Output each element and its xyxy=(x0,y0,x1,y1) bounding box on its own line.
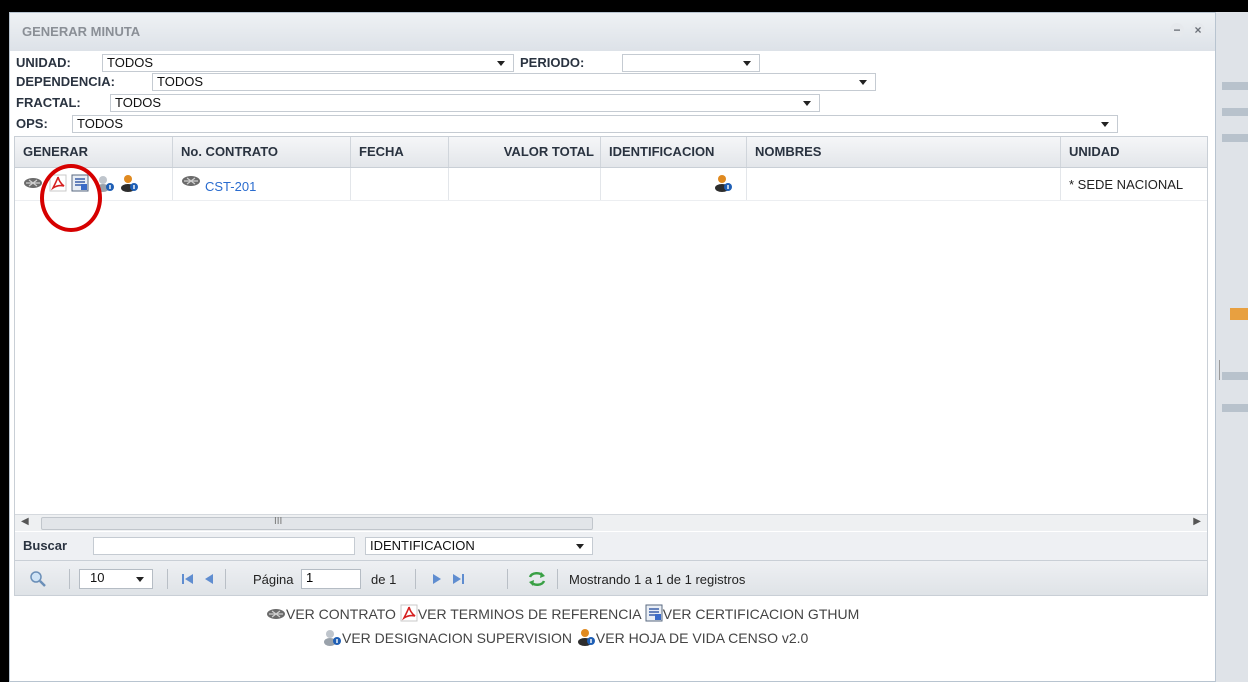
contrato-cell: CST-201 xyxy=(173,168,351,200)
refresh-icon[interactable] xyxy=(527,570,547,588)
page-total-label: de 1 xyxy=(371,572,397,587)
fractal-value: TODOS xyxy=(115,95,161,110)
scroll-right-icon[interactable]: ▶ xyxy=(1193,516,1201,527)
highlight-circle xyxy=(40,164,102,232)
window-title: GENERAR MINUTA xyxy=(22,24,141,39)
column-header-valor-total[interactable]: VALOR TOTAL xyxy=(449,137,601,167)
scrollbar-thumb[interactable]: III xyxy=(41,516,593,530)
unidad-value: * SEDE NACIONAL xyxy=(1069,177,1184,192)
periodo-select[interactable] xyxy=(622,54,760,72)
fractal-select[interactable]: TODOS xyxy=(110,94,820,112)
column-header-nombres[interactable]: NOMBRES xyxy=(747,137,1061,167)
page-number-input[interactable]: 1 xyxy=(301,569,361,589)
previous-page-icon[interactable] xyxy=(203,573,215,585)
unidad-value: TODOS xyxy=(107,55,153,70)
handshake-icon[interactable] xyxy=(23,176,43,190)
search-input[interactable] xyxy=(93,537,355,555)
fractal-label: FRACTAL: xyxy=(16,95,81,110)
ops-label: OPS: xyxy=(16,116,48,131)
legend-ver-hoja-vida: VER HOJA DE VIDA CENSO v2.0 xyxy=(595,630,809,646)
window-titlebar[interactable]: GENERAR MINUTA − × xyxy=(10,13,1215,51)
first-page-icon[interactable] xyxy=(181,573,195,585)
column-header-unidad[interactable]: UNIDAD xyxy=(1061,137,1207,167)
hoja-de-vida-icon xyxy=(577,629,595,646)
pager-status: Mostrando 1 a 1 de 1 registros xyxy=(569,572,746,587)
minimize-button[interactable]: − xyxy=(1170,23,1184,37)
scrollbar-grip: III xyxy=(274,516,283,527)
close-button[interactable]: × xyxy=(1191,23,1205,37)
dependencia-label: DEPENDENCIA: xyxy=(16,74,115,89)
chevron-down-icon xyxy=(576,544,584,549)
hoja-de-vida-icon[interactable] xyxy=(713,174,733,192)
unidad-cell: * SEDE NACIONAL xyxy=(1061,168,1207,200)
fecha-cell xyxy=(351,168,449,200)
legend-ver-contrato: VER CONTRATO xyxy=(286,606,396,622)
table-row[interactable]: CST-201 * SEDE NACIONAL xyxy=(15,168,1207,201)
legend-line-1: VER CONTRATO VER TERMINOS DE REFERENCIA … xyxy=(266,604,859,622)
chevron-down-icon xyxy=(1101,122,1109,127)
ops-value: TODOS xyxy=(77,116,123,131)
page-size-select[interactable]: 10 xyxy=(79,569,153,589)
scroll-left-icon[interactable]: ◀ xyxy=(21,516,29,527)
chevron-down-icon xyxy=(136,577,144,582)
pdf-icon xyxy=(400,604,418,622)
chevron-down-icon xyxy=(743,61,751,66)
periodo-label: PERIODO: xyxy=(520,55,585,70)
handshake-icon xyxy=(267,609,285,619)
screen-frame-top xyxy=(0,0,1248,12)
dependencia-select[interactable]: TODOS xyxy=(152,73,876,91)
screen-frame-left xyxy=(0,0,9,682)
unidad-select[interactable]: TODOS xyxy=(102,54,514,72)
unidad-label: UNIDAD: xyxy=(16,55,71,70)
search-label: Buscar xyxy=(23,538,68,553)
search-bar: Buscar IDENTIFICACION xyxy=(14,532,1208,560)
nombres-cell xyxy=(747,168,1061,200)
hoja-de-vida-icon[interactable] xyxy=(119,174,139,192)
column-header-contrato[interactable]: No. CONTRATO xyxy=(173,137,351,167)
legend-ver-certificacion: VER CERTIFICACION GTHUM xyxy=(662,606,860,622)
certificate-icon xyxy=(645,604,663,622)
chevron-down-icon xyxy=(803,101,811,106)
last-page-icon[interactable] xyxy=(451,573,465,585)
column-header-identificacion[interactable]: IDENTIFICACION xyxy=(601,137,747,167)
column-header-fecha[interactable]: FECHA xyxy=(351,137,449,167)
identificacion-cell xyxy=(601,168,747,200)
handshake-icon[interactable] xyxy=(181,174,201,188)
chevron-down-icon xyxy=(497,61,505,66)
supervision-icon xyxy=(324,630,341,646)
page-size-value: 10 xyxy=(90,570,105,585)
search-icon[interactable] xyxy=(29,570,47,588)
valor-total-cell xyxy=(449,168,601,200)
ops-select[interactable]: TODOS xyxy=(72,115,1118,133)
search-field-select[interactable]: IDENTIFICACION xyxy=(365,537,593,555)
contrato-link[interactable]: CST-201 xyxy=(205,179,256,194)
next-page-icon[interactable] xyxy=(431,573,443,585)
pager-toolbar: 10 Página 1 de 1 Mostrando 1 a 1 de 1 re… xyxy=(14,560,1208,596)
chevron-down-icon xyxy=(859,80,867,85)
legend-ver-designacion: VER DESIGNACION SUPERVISION xyxy=(342,630,573,646)
background-app xyxy=(1210,12,1248,682)
legend-ver-terminos: VER TERMINOS DE REFERENCIA xyxy=(417,606,641,622)
horizontal-scrollbar[interactable]: ◀ III ▶ xyxy=(15,514,1207,531)
dependencia-value: TODOS xyxy=(157,74,203,89)
page-number-value: 1 xyxy=(306,570,314,585)
grid-header: GENERAR No. CONTRATO FECHA VALOR TOTAL I… xyxy=(15,137,1207,168)
search-field-value: IDENTIFICACION xyxy=(370,538,475,553)
column-header-generar[interactable]: GENERAR xyxy=(15,137,173,167)
contracts-grid: GENERAR No. CONTRATO FECHA VALOR TOTAL I… xyxy=(14,136,1208,596)
page-label: Página xyxy=(253,572,294,587)
legend-line-2: VER DESIGNACION SUPERVISION VER HOJA DE … xyxy=(322,628,808,646)
